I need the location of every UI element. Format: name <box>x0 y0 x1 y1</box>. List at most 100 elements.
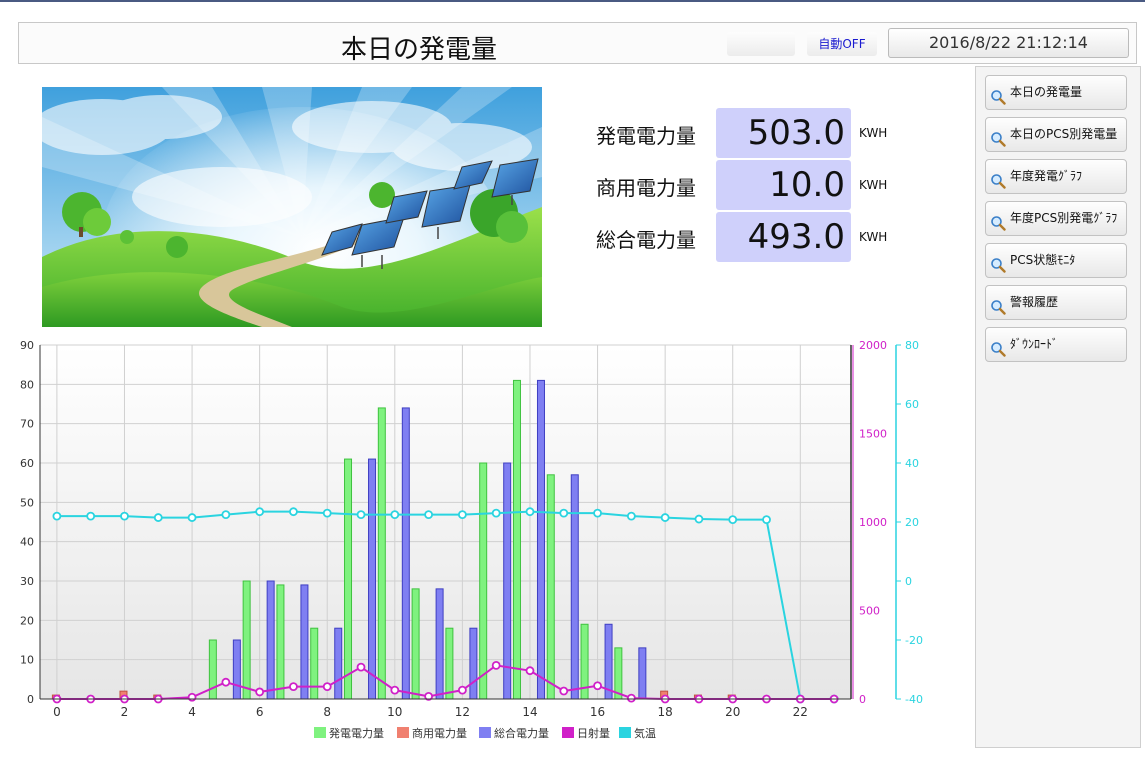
temperature-point <box>762 515 771 525</box>
x-tick-label: 16 <box>590 705 605 719</box>
metric-generation: 発電電力量 503.0 KWH <box>580 108 900 158</box>
temperature-point <box>424 510 434 520</box>
temperature-point <box>86 511 96 521</box>
legend-swatch <box>562 727 574 738</box>
metric-value: 10.0 <box>716 160 851 210</box>
x-tick-label: 22 <box>793 705 808 719</box>
x-tick-label: 8 <box>323 705 331 719</box>
temperature-point <box>120 511 129 521</box>
legend-label: 日射量 <box>577 726 610 740</box>
temperature-point <box>187 513 197 522</box>
y-left-tick-label: 10 <box>20 654 34 667</box>
y-left-tick-label: 90 <box>20 339 34 352</box>
legend-swatch <box>314 727 326 738</box>
x-tick-label: 4 <box>188 705 196 719</box>
side-menu-item-6[interactable]: 警報履歴 <box>985 285 1127 320</box>
temperature-point <box>559 508 569 518</box>
bar-3 <box>536 379 545 700</box>
x-tick-label: 12 <box>455 705 470 719</box>
y-solar-tick-label: 2000 <box>859 339 887 352</box>
side-menu-item-1[interactable]: 本日の発電量 <box>985 75 1127 110</box>
metric-label: 総合電力量 <box>596 228 696 252</box>
solar-point <box>593 681 602 691</box>
solar-point <box>626 693 636 703</box>
legend-label: 商用電力量 <box>412 726 467 740</box>
side-menu-label: ﾀﾞｳﾝﾛｰﾄﾞ <box>1010 337 1059 351</box>
bar-3 <box>435 588 444 700</box>
temperature-point <box>660 513 670 522</box>
temperature-point <box>52 511 62 521</box>
bar-1 <box>479 462 488 700</box>
x-tick-label: 2 <box>121 705 129 719</box>
temperature-point <box>728 515 738 525</box>
y-solar-tick-label: 1500 <box>859 428 887 441</box>
temperature-point <box>153 513 163 522</box>
bar-3 <box>604 623 613 700</box>
solar-point <box>356 662 366 672</box>
x-tick-label: 6 <box>256 705 264 719</box>
side-menu-item-2[interactable]: 本日のPCS別発電量 <box>985 117 1127 152</box>
temperature-point <box>356 510 366 520</box>
y-temp-tick-label: 0 <box>905 575 912 588</box>
legend-label: 気温 <box>634 726 656 740</box>
bar-1 <box>445 627 454 700</box>
bar-3 <box>300 584 309 700</box>
bar-3 <box>368 458 377 700</box>
bar-1 <box>614 647 623 700</box>
temperature-point <box>390 510 400 520</box>
side-menu-item-4[interactable]: 年度PCS別発電ｸﾞﾗﾌ <box>985 201 1127 236</box>
solar-point <box>322 682 332 692</box>
solar-landscape-illustration <box>42 87 542 327</box>
x-tick-label: 14 <box>522 705 537 719</box>
x-tick-label: 20 <box>725 705 740 719</box>
y-left-tick-label: 50 <box>20 496 34 509</box>
bar-1 <box>546 474 555 700</box>
bar-3 <box>401 407 410 700</box>
search-icon <box>990 295 1006 315</box>
solar-point <box>187 692 197 702</box>
metric-label: 発電電力量 <box>596 124 696 148</box>
search-icon <box>990 169 1006 189</box>
search-icon <box>990 337 1006 357</box>
side-menu-item-5[interactable]: PCS状態ﾓﾆﾀ <box>985 243 1127 278</box>
y-temp-tick-label: 20 <box>905 516 919 529</box>
y-left-tick-label: 80 <box>20 378 34 391</box>
y-left-tick-label: 60 <box>20 457 34 470</box>
y-left-tick-label: 30 <box>20 575 34 588</box>
datetime-display: 2016/8/22 21:12:14 <box>888 28 1129 58</box>
auto-refresh-toggle[interactable]: 自動OFF <box>807 32 877 56</box>
side-menu: 本日の発電量本日のPCS別発電量年度発電ｸﾞﾗﾌ 年度PCS別発電ｸﾞﾗﾌ PCS状… <box>975 66 1141 748</box>
legend-swatch <box>619 727 631 738</box>
daily-power-chart: 01020304050607080900500100015002000-40-2… <box>20 339 923 740</box>
solar-point <box>255 687 265 697</box>
temperature-point <box>221 510 231 520</box>
solar-point <box>390 685 400 695</box>
bar-3 <box>232 639 241 700</box>
y-left-tick-label: 20 <box>20 614 34 627</box>
y-left-tick-label: 40 <box>20 536 34 549</box>
blank-button[interactable] <box>727 32 795 56</box>
x-tick-label: 18 <box>658 705 673 719</box>
side-menu-label: 警報履歴 <box>1010 295 1059 309</box>
bar-1 <box>310 627 319 700</box>
solar-point <box>491 660 501 670</box>
y-solar-tick-label: 500 <box>859 605 880 618</box>
temperature-point <box>525 507 535 517</box>
page-title: 本日の発電量 <box>340 35 497 65</box>
side-menu-label: 本日のPCS別発電量 <box>1010 127 1118 141</box>
temperature-point <box>255 507 265 517</box>
temperature-point <box>457 510 467 520</box>
bar-3 <box>266 580 275 700</box>
temperature-point <box>491 508 501 518</box>
bar-1 <box>411 588 420 700</box>
side-menu-item-3[interactable]: 年度発電ｸﾞﾗﾌ <box>985 159 1127 194</box>
side-menu-item-7[interactable]: ﾀﾞｳﾝﾛｰﾄﾞ <box>985 327 1127 362</box>
y-temp-tick-label: 40 <box>905 457 919 470</box>
y-temp-tick-label: -40 <box>905 693 923 706</box>
bar-1 <box>242 580 251 700</box>
bar-1 <box>344 458 353 700</box>
y-left-tick-label: 0 <box>27 693 34 706</box>
y-temp-tick-label: 80 <box>905 339 919 352</box>
solar-point <box>559 686 569 696</box>
metric-commercial: 商用電力量 10.0 KWH <box>580 160 900 210</box>
